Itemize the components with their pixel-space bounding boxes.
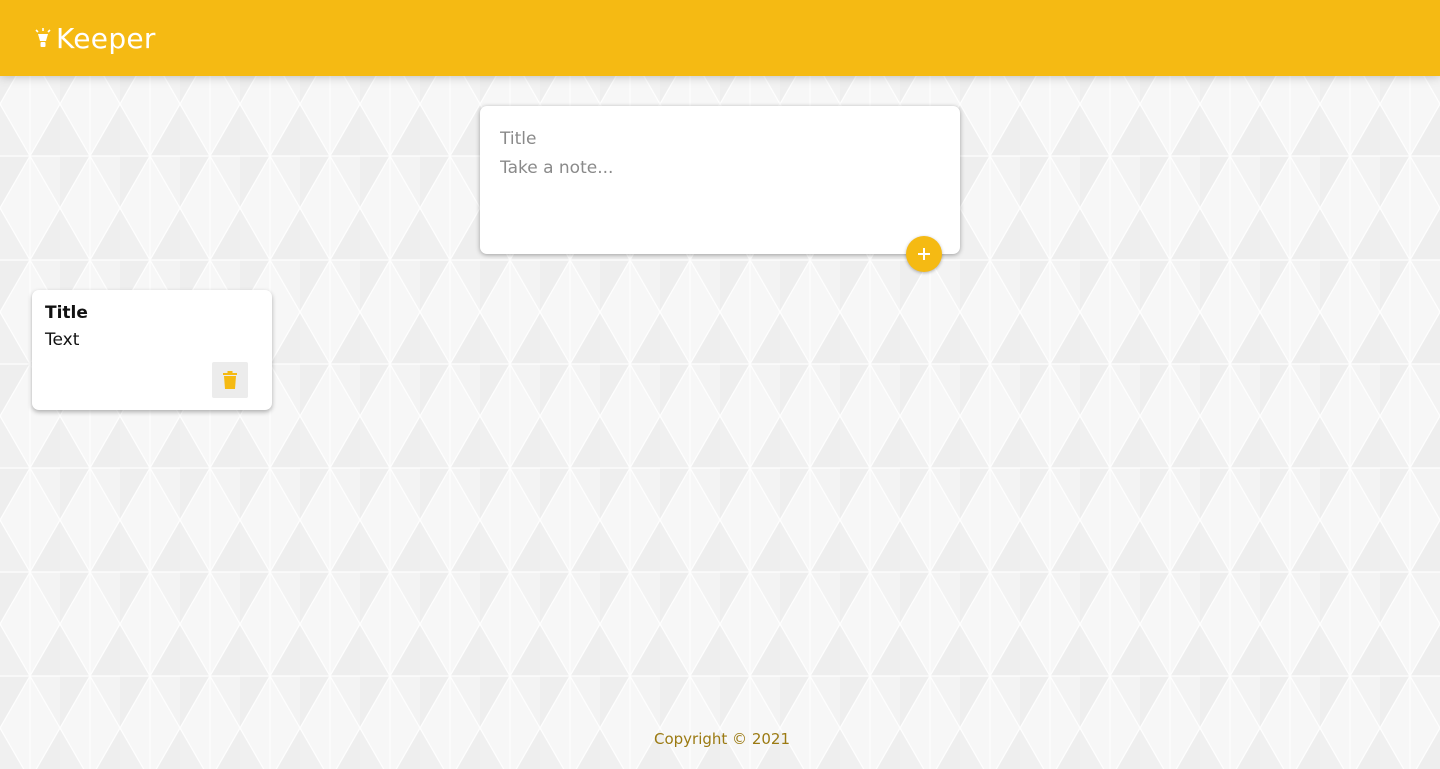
- copyright-text: Copyright © 2021: [653, 730, 790, 748]
- lightbulb-icon: [35, 28, 51, 47]
- note-content-input[interactable]: [500, 158, 940, 238]
- note-title: Title: [45, 303, 88, 323]
- delete-note-button[interactable]: [212, 362, 248, 398]
- create-note-form: [480, 106, 960, 272]
- note-card: Title Text: [32, 290, 272, 410]
- add-note-button[interactable]: [906, 236, 942, 272]
- note-title-input[interactable]: [500, 126, 940, 152]
- brand: Keeper: [34, 21, 156, 57]
- footer: Copyright © 2021: [0, 730, 1440, 748]
- app-header: Keeper: [0, 0, 1440, 76]
- plus-icon: [918, 248, 930, 260]
- trash-icon: [223, 371, 237, 389]
- note-content: Text: [45, 330, 80, 350]
- app-title: Keeper: [56, 22, 156, 55]
